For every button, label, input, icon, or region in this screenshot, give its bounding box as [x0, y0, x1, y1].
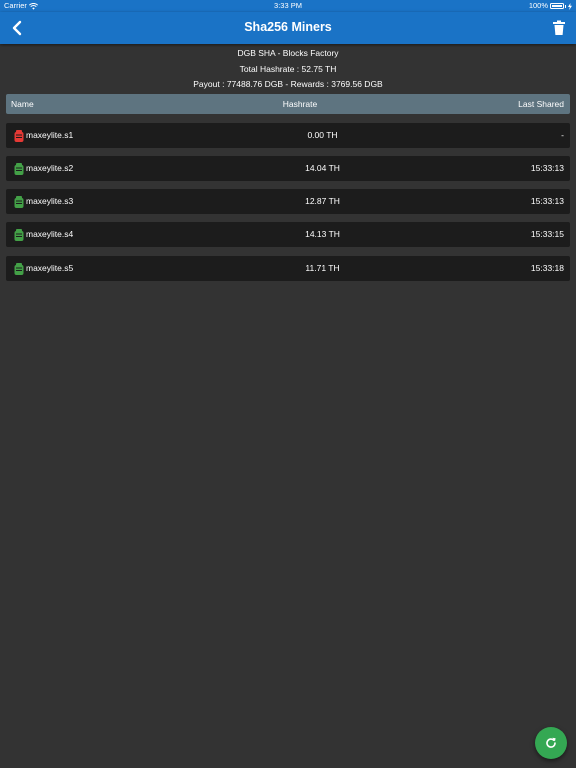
- miner-last-shared: 15:33:18: [530, 263, 564, 273]
- table-row[interactable]: maxeylite.s4 14.13 TH 15:33:15: [6, 222, 570, 247]
- navigation-bar: Sha256 Miners: [0, 12, 576, 44]
- pool-summary: DGB SHA - Blocks Factory Total Hashrate …: [0, 46, 576, 93]
- table-row[interactable]: maxeylite.s3 12.87 TH 15:33:13: [6, 189, 570, 214]
- header-last-shared: Last Shared: [518, 99, 564, 109]
- battery-indicator: 100%: [529, 0, 572, 12]
- miner-hashrate: 11.71 TH: [305, 263, 340, 273]
- miner-hashrate: 0.00 TH: [307, 130, 338, 140]
- status-time: 3:33 PM: [274, 1, 302, 10]
- payout-rewards: Payout : 77488.76 DGB - Rewards : 3769.5…: [193, 79, 383, 89]
- miner-last-shared: 15:33:15: [530, 229, 564, 239]
- delete-button[interactable]: [552, 20, 566, 36]
- page-title: Sha256 Miners: [244, 20, 332, 34]
- pool-name: DGB SHA - Blocks Factory: [237, 48, 339, 58]
- miner-last-shared: 15:33:13: [530, 163, 564, 173]
- miner-last-shared: -: [561, 130, 564, 140]
- table-row[interactable]: maxeylite.s5 11.71 TH 15:33:18: [6, 256, 570, 281]
- table-row[interactable]: maxeylite.s1 0.00 TH -: [6, 123, 570, 148]
- header-hashrate: Hashrate: [282, 99, 318, 109]
- miner-hashrate: 12.87 TH: [305, 196, 340, 206]
- miner-last-shared: 15:33:13: [530, 196, 564, 206]
- miner-hashrate: 14.13 TH: [305, 229, 340, 239]
- miner-hashrate: 14.04 TH: [305, 163, 340, 173]
- refresh-icon: [546, 737, 556, 748]
- table-header: Name Hashrate Last Shared: [6, 94, 570, 114]
- battery-percent: 100%: [528, 1, 548, 10]
- charging-icon: [568, 2, 572, 10]
- status-bar: Carrier 3:33 PM 100%: [0, 0, 576, 12]
- total-hashrate: Total Hashrate : 52.75 TH: [239, 63, 337, 74]
- table-row[interactable]: maxeylite.s2 14.04 TH 15:33:13: [6, 156, 570, 181]
- trash-icon: [553, 20, 565, 35]
- battery-tip: [565, 4, 566, 8]
- battery-icon: [550, 3, 564, 9]
- refresh-button[interactable]: [535, 727, 567, 759]
